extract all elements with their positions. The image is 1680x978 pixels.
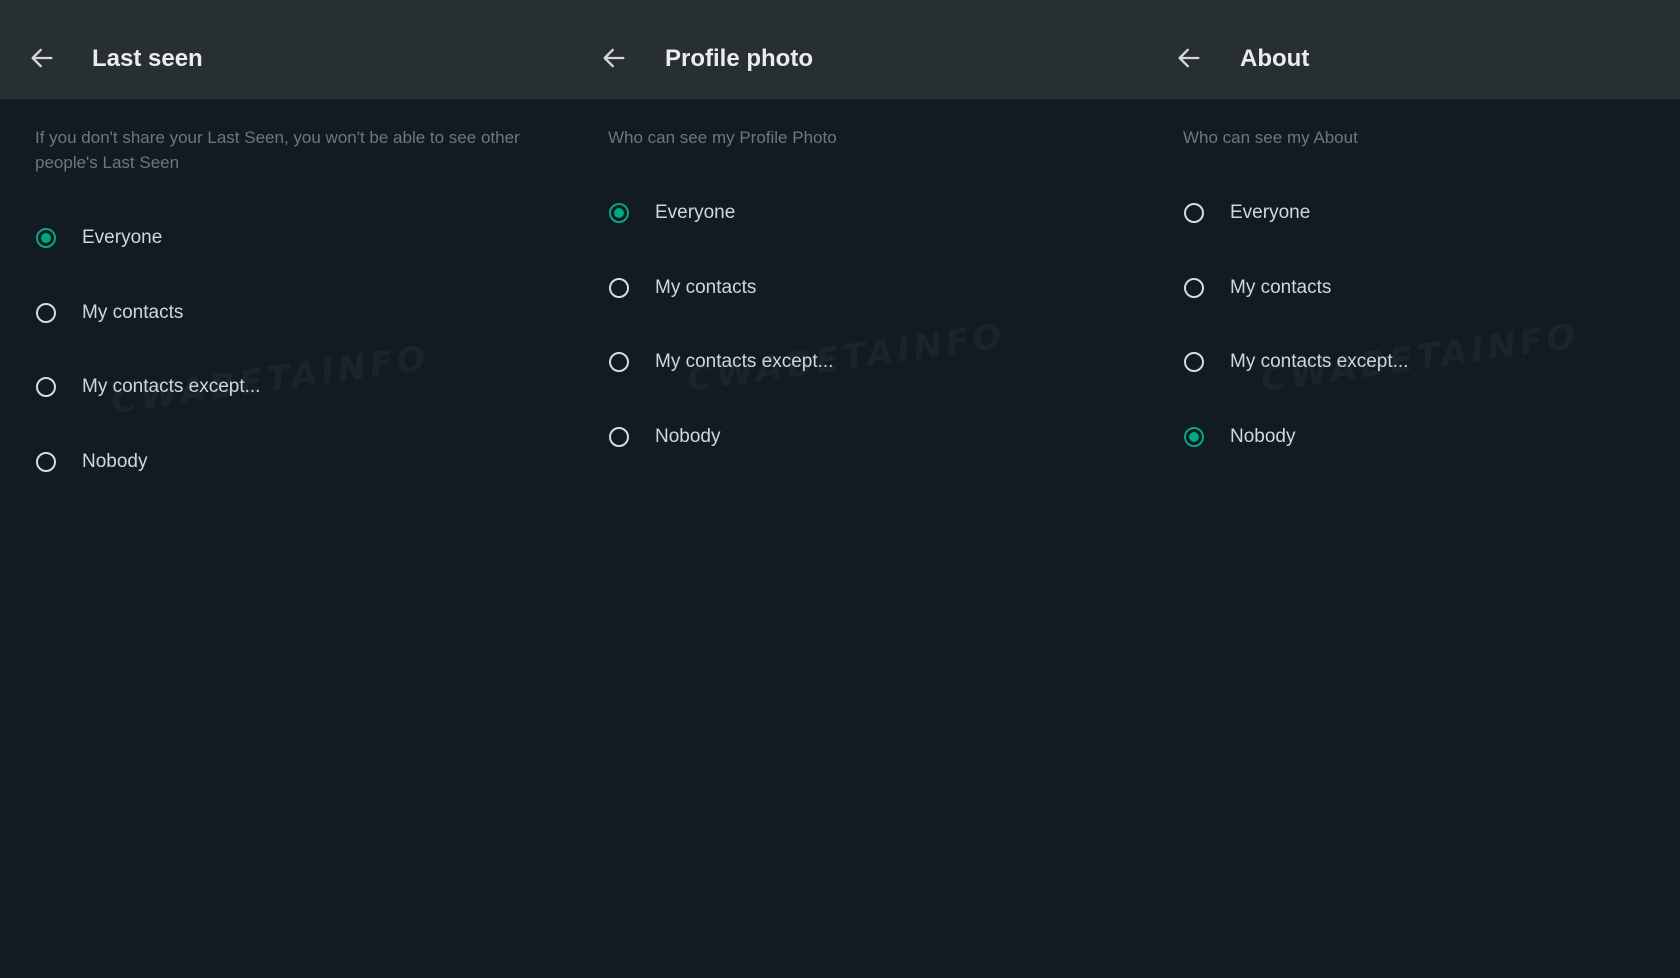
panel-title: About xyxy=(1240,45,1310,72)
description-text: If you don't share your Last Seen, you w… xyxy=(35,128,520,172)
radio-option-my-contacts-except[interactable]: My contacts except... xyxy=(1184,342,1408,382)
description-text: Who can see my Profile Photo xyxy=(608,128,837,147)
radio-button[interactable] xyxy=(36,228,56,248)
radio-button[interactable] xyxy=(609,278,629,298)
radio-button[interactable] xyxy=(1184,427,1204,447)
privacy-settings-screen: Last seen If you don't share your Last S… xyxy=(0,0,1680,978)
radio-button[interactable] xyxy=(609,427,629,447)
radio-option-my-contacts-except[interactable]: My contacts except... xyxy=(609,342,833,382)
radio-option-nobody[interactable]: Nobody xyxy=(36,442,148,482)
option-label: My contacts xyxy=(655,277,757,298)
option-label: My contacts except... xyxy=(655,351,834,372)
option-label: My contacts except... xyxy=(82,376,261,397)
radio-option-my-contacts-except[interactable]: My contacts except... xyxy=(36,367,260,407)
radio-option-nobody[interactable]: Nobody xyxy=(609,417,721,457)
radio-button[interactable] xyxy=(609,352,629,372)
arrow-left-icon xyxy=(1178,48,1200,68)
radio-option-my-contacts[interactable]: My contacts xyxy=(36,293,183,333)
arrow-left-icon xyxy=(31,48,53,68)
radio-option-everyone[interactable]: Everyone xyxy=(609,193,735,233)
radio-button[interactable] xyxy=(1184,352,1204,372)
option-label: Everyone xyxy=(82,227,163,248)
option-label: Everyone xyxy=(655,202,736,223)
last-seen-panel: Last seen If you don't share your Last S… xyxy=(0,0,574,978)
back-button[interactable] xyxy=(1175,44,1203,72)
option-label: Nobody xyxy=(1230,426,1296,447)
radio-button[interactable] xyxy=(36,452,56,472)
radio-option-nobody[interactable]: Nobody xyxy=(1184,417,1296,457)
back-button[interactable] xyxy=(600,44,628,72)
option-label: Nobody xyxy=(655,426,721,447)
option-label: Everyone xyxy=(1230,202,1311,223)
panel-header: About xyxy=(1150,0,1680,99)
radio-option-my-contacts[interactable]: My contacts xyxy=(609,268,756,308)
radio-option-everyone[interactable]: Everyone xyxy=(1184,193,1310,233)
radio-option-everyone[interactable]: Everyone xyxy=(36,218,162,258)
radio-option-my-contacts[interactable]: My contacts xyxy=(1184,268,1331,308)
radio-button[interactable] xyxy=(36,377,56,397)
panel-header: Last seen xyxy=(0,0,574,99)
option-label: My contacts except... xyxy=(1230,351,1409,372)
radio-button[interactable] xyxy=(36,303,56,323)
panel-title: Last seen xyxy=(92,45,203,72)
option-label: My contacts xyxy=(1230,277,1332,298)
about-panel: About Who can see my About Everyone My c… xyxy=(1150,0,1680,978)
description-text: Who can see my About xyxy=(1183,128,1358,147)
radio-button[interactable] xyxy=(1184,203,1204,223)
profile-photo-panel: Profile photo Who can see my Profile Pho… xyxy=(574,0,1150,978)
panel-header: Profile photo xyxy=(574,0,1150,99)
panel-title: Profile photo xyxy=(665,45,813,72)
back-button[interactable] xyxy=(28,44,56,72)
radio-button[interactable] xyxy=(1184,278,1204,298)
option-label: Nobody xyxy=(82,451,148,472)
radio-button[interactable] xyxy=(609,203,629,223)
option-label: My contacts xyxy=(82,302,184,323)
arrow-left-icon xyxy=(603,48,625,68)
